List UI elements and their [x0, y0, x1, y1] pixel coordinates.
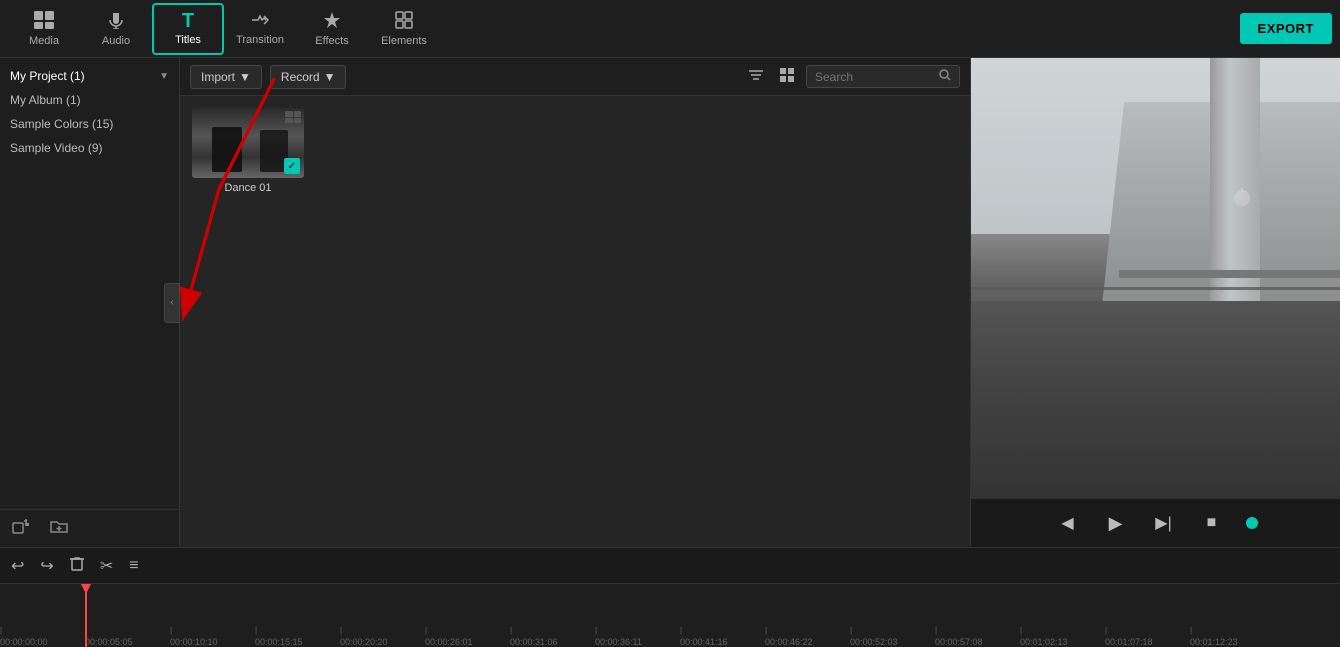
- play-button[interactable]: ▶: [1102, 509, 1130, 537]
- ruler-mark-4: 00:00:20:20: [340, 626, 425, 647]
- playhead: [85, 584, 87, 647]
- ruler-mark-5: 00:00:26:01: [425, 626, 510, 647]
- status-dot: [1246, 517, 1258, 529]
- nav-effects-label: Effects: [315, 35, 348, 47]
- media-icon: [34, 11, 54, 32]
- content-area: Import ▼ Record ▼: [180, 58, 970, 547]
- content-toolbar: Import ▼ Record ▼: [180, 58, 970, 96]
- preview-controls: ◀ ▶ ▶| ■: [971, 499, 1340, 547]
- timeline-ruler: 00:00:00:00 00:00:05:05 00:00:10:10 00:0…: [0, 584, 1340, 647]
- timeline-toolbar: ↩ ↪ ✂ ≡: [0, 548, 1340, 584]
- sidebar-colors-label: Sample Colors (15): [10, 117, 113, 131]
- nav-media-label: Media: [29, 35, 59, 47]
- nav-media[interactable]: Media: [8, 3, 80, 55]
- filter-button[interactable]: [744, 64, 768, 89]
- ruler-mark-7: 00:00:36:11: [595, 626, 680, 647]
- ruler-mark-0: 00:00:00:00: [0, 626, 85, 647]
- next-frame-button[interactable]: ▶|: [1150, 509, 1178, 537]
- stop-button[interactable]: ■: [1198, 509, 1226, 537]
- record-label: Record: [281, 70, 320, 84]
- chevron-down-icon: ▼: [159, 71, 169, 82]
- ruler-mark-2: 00:00:10:10: [170, 626, 255, 647]
- add-folder-button[interactable]: [50, 518, 68, 539]
- search-icon: [939, 69, 951, 84]
- sidebar-item-sample-video[interactable]: Sample Video (9): [0, 136, 179, 160]
- sidebar-item-my-project[interactable]: My Project (1) ▼: [0, 64, 179, 88]
- sidebar-item-my-album[interactable]: My Album (1): [0, 88, 179, 112]
- delete-button[interactable]: [67, 552, 87, 579]
- preview-panel: + ◀ ▶ ▶| ■: [970, 58, 1340, 547]
- ruler-mark-11: 00:00:57:08: [935, 626, 1020, 647]
- undo-button[interactable]: ↩: [8, 553, 27, 579]
- import-button[interactable]: Import ▼: [190, 65, 262, 89]
- sidebar: My Project (1) ▼ My Album (1) Sample Col…: [0, 58, 180, 547]
- ruler-mark-10: 00:00:52:03: [850, 626, 935, 647]
- ruler-mark-13: 00:01:07:18: [1105, 626, 1190, 647]
- nav-elements-label: Elements: [381, 35, 427, 47]
- nav-titles[interactable]: T Titles: [152, 3, 224, 55]
- import-label: Import: [201, 70, 235, 84]
- ruler-mark-14: 00:01:12:23: [1190, 626, 1275, 647]
- media-checked-badge: ✓: [284, 158, 300, 174]
- ruler-mark-6: 00:00:31:06: [510, 626, 595, 647]
- titles-icon: T: [182, 11, 194, 31]
- redo-button[interactable]: ↪: [37, 553, 56, 579]
- grid-view-button[interactable]: [776, 64, 798, 89]
- media-grid: ✓ Dance 01: [180, 96, 970, 547]
- ruler-mark-1: 00:00:05:05: [85, 626, 170, 647]
- ruler-marks: 00:00:00:00 00:00:05:05 00:00:10:10 00:0…: [0, 584, 1340, 647]
- search-input[interactable]: [815, 70, 935, 84]
- sidebar-video-label: Sample Video (9): [10, 141, 103, 155]
- nav-elements[interactable]: Elements: [368, 3, 440, 55]
- list-button[interactable]: ≡: [126, 554, 141, 578]
- media-item-dance01[interactable]: ✓ Dance 01: [192, 108, 304, 194]
- transition-icon: [250, 12, 270, 31]
- export-button[interactable]: EXPORT: [1240, 13, 1332, 44]
- nav-titles-label: Titles: [175, 34, 201, 46]
- nav-audio[interactable]: Audio: [80, 3, 152, 55]
- import-chevron-icon: ▼: [239, 70, 251, 84]
- add-media-button[interactable]: [12, 518, 30, 539]
- nav-transition[interactable]: Transition: [224, 3, 296, 55]
- sidebar-collapse-button[interactable]: ‹: [164, 283, 180, 323]
- cut-button[interactable]: ✂: [97, 553, 116, 579]
- elements-icon: [395, 11, 413, 32]
- sidebar-item-sample-colors[interactable]: Sample Colors (15): [0, 112, 179, 136]
- preview-video: +: [971, 58, 1340, 499]
- ruler-mark-8: 00:00:41:16: [680, 626, 765, 647]
- record-button[interactable]: Record ▼: [270, 65, 347, 89]
- media-item-label: Dance 01: [192, 182, 304, 194]
- prev-frame-button[interactable]: ◀: [1054, 509, 1082, 537]
- top-nav: Media Audio T Titles Transition Effects: [0, 0, 1340, 58]
- ruler-mark-9: 00:00:46:22: [765, 626, 850, 647]
- road-scene: +: [971, 58, 1340, 499]
- nav-transition-label: Transition: [236, 34, 284, 46]
- nav-audio-label: Audio: [102, 35, 130, 47]
- effects-icon: [323, 11, 341, 32]
- ruler-mark-12: 00:01:02:13: [1020, 626, 1105, 647]
- media-thumbnail-dance01: ✓: [192, 108, 304, 178]
- record-chevron-icon: ▼: [324, 70, 336, 84]
- ruler-mark-3: 00:00:15:15: [255, 626, 340, 647]
- search-box: [806, 65, 960, 88]
- timeline: ↩ ↪ ✂ ≡ 00:00:00:00 00:00:05:05 00:00:10…: [0, 547, 1340, 647]
- nav-effects[interactable]: Effects: [296, 3, 368, 55]
- sidebar-project-label: My Project (1): [10, 69, 85, 83]
- sidebar-album-label: My Album (1): [10, 93, 81, 107]
- audio-icon: [107, 11, 125, 32]
